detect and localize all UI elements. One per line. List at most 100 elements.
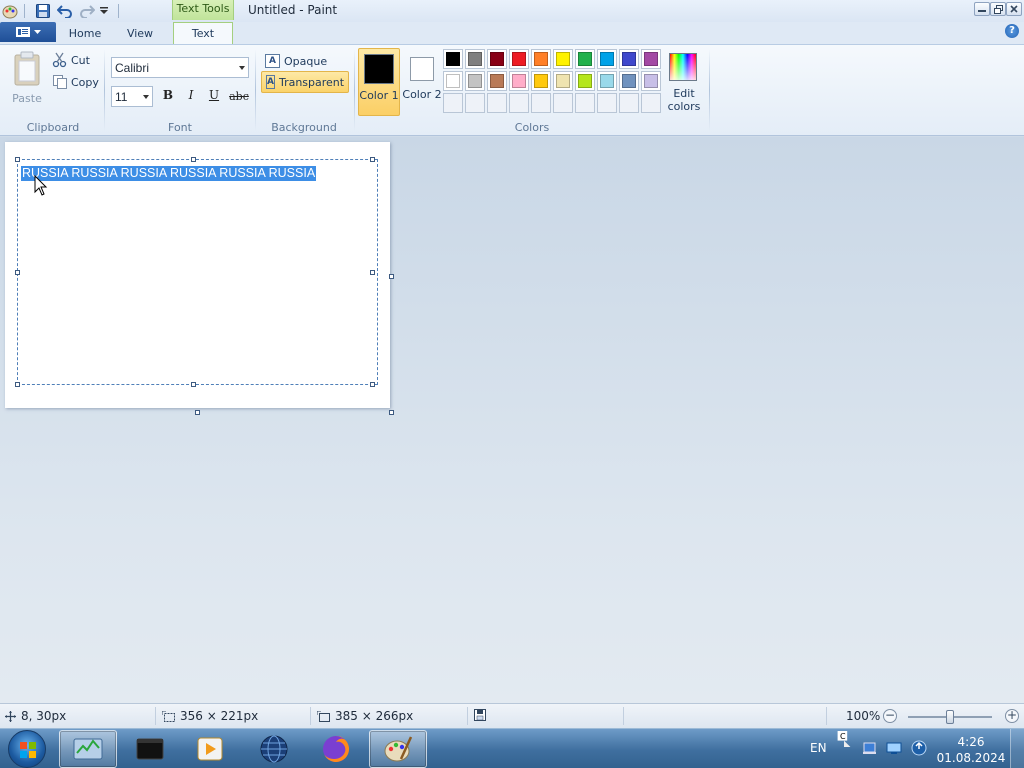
- tab-home[interactable]: Home: [64, 24, 106, 44]
- tab-text[interactable]: Text: [173, 22, 233, 46]
- text-box-resize-handle[interactable]: [15, 270, 20, 275]
- taskbar-app-media-player[interactable]: [181, 730, 239, 768]
- canvas-resize-handle-right[interactable]: [389, 274, 394, 279]
- palette-color-swatch[interactable]: [553, 49, 573, 69]
- color1-button[interactable]: Color 1: [358, 48, 400, 116]
- palette-color-swatch[interactable]: [509, 71, 529, 91]
- text-box-resize-handle[interactable]: [191, 382, 196, 387]
- monitor-icon[interactable]: [886, 740, 902, 756]
- palette-color-swatch[interactable]: [597, 49, 617, 69]
- canvas-resize-handle-corner[interactable]: [389, 410, 394, 415]
- taskbar-app-paint[interactable]: [369, 730, 427, 768]
- font-family-select[interactable]: Calibri: [111, 57, 249, 78]
- taskbar-app-task-manager[interactable]: [59, 730, 117, 768]
- palette-custom-slot[interactable]: [465, 93, 485, 113]
- strikethrough-button[interactable]: abc: [226, 86, 252, 107]
- palette-color-swatch[interactable]: [619, 49, 639, 69]
- text-box-resize-handle[interactable]: [370, 157, 375, 162]
- paint-menu-button[interactable]: [0, 22, 56, 42]
- copy-button[interactable]: Copy: [52, 73, 99, 91]
- zoom-slider-thumb[interactable]: [946, 710, 954, 724]
- palette-color-swatch[interactable]: [619, 71, 639, 91]
- palette-custom-slot[interactable]: [575, 93, 595, 113]
- palette-color-swatch[interactable]: [553, 71, 573, 91]
- italic-button[interactable]: I: [180, 86, 202, 107]
- drawing-canvas[interactable]: RUSSIA RUSSIA RUSSIA RUSSIA RUSSIA RUSSI…: [5, 142, 394, 415]
- help-icon[interactable]: ?: [1005, 24, 1019, 38]
- tab-view[interactable]: View: [120, 24, 160, 44]
- paint-app-icon[interactable]: [2, 3, 18, 19]
- palette-custom-slot[interactable]: [487, 93, 507, 113]
- text-box-resize-handle[interactable]: [370, 382, 375, 387]
- text-box-resize-handle[interactable]: [15, 382, 20, 387]
- palette-color-swatch[interactable]: [443, 71, 463, 91]
- color1-label: Color 1: [359, 89, 399, 102]
- palette-color-swatch[interactable]: [575, 71, 595, 91]
- palette-color-swatch[interactable]: [575, 49, 595, 69]
- palette-custom-slot[interactable]: [619, 93, 639, 113]
- palette-color-swatch[interactable]: [597, 71, 617, 91]
- text-tools-contextual-header: Text Tools: [172, 0, 234, 20]
- text-box-resize-handle[interactable]: [191, 157, 196, 162]
- close-button[interactable]: [1006, 2, 1022, 16]
- palette-color-swatch[interactable]: [465, 49, 485, 69]
- keyboard-layout-icon[interactable]: C: [836, 731, 852, 747]
- text-box[interactable]: RUSSIA RUSSIA RUSSIA RUSSIA RUSSIA RUSSI…: [17, 159, 378, 385]
- qat-separator: [24, 4, 25, 18]
- palette-color-swatch[interactable]: [531, 71, 551, 91]
- zoom-slider[interactable]: [908, 710, 992, 724]
- start-button[interactable]: [8, 730, 46, 768]
- task-manager-icon: [73, 738, 103, 760]
- language-indicator[interactable]: EN: [810, 741, 827, 755]
- save-icon[interactable]: [35, 3, 51, 19]
- zoom-out-button[interactable]: −: [883, 709, 897, 723]
- customize-qat-dropdown-icon[interactable]: [98, 3, 110, 19]
- bold-button[interactable]: B: [157, 86, 179, 107]
- taskbar-app-terminal[interactable]: [121, 730, 179, 768]
- zoom-in-button[interactable]: +: [1005, 709, 1019, 723]
- canvas-resize-handle-bottom[interactable]: [195, 410, 200, 415]
- palette-color-swatch[interactable]: [487, 71, 507, 91]
- palette-custom-slot[interactable]: [443, 93, 463, 113]
- selected-text[interactable]: RUSSIA RUSSIA RUSSIA RUSSIA RUSSIA RUSSI…: [21, 166, 317, 181]
- text-box-resize-handle[interactable]: [15, 157, 20, 162]
- palette-custom-slot[interactable]: [531, 93, 551, 113]
- text-box-resize-handle[interactable]: [370, 270, 375, 275]
- transparent-button[interactable]: A Transparent: [261, 71, 349, 93]
- taskbar-app-browser[interactable]: [245, 730, 303, 768]
- palette-color-swatch[interactable]: [531, 49, 551, 69]
- paste-button[interactable]: Paste: [8, 49, 46, 105]
- palette-custom-slot[interactable]: [641, 93, 661, 113]
- image-size-icon: [317, 710, 330, 722]
- image-size-text: 385 × 266px: [335, 709, 414, 723]
- palette-color-swatch[interactable]: [443, 49, 463, 69]
- cut-button[interactable]: Cut: [52, 51, 90, 69]
- show-desktop-button[interactable]: [1010, 729, 1024, 768]
- palette-custom-slot[interactable]: [509, 93, 529, 113]
- palette-color-swatch[interactable]: [509, 49, 529, 69]
- palette-color-swatch[interactable]: [641, 49, 661, 69]
- color2-swatch: [410, 57, 434, 81]
- palette-color-swatch[interactable]: [641, 71, 661, 91]
- font-size-select[interactable]: 11: [111, 86, 153, 107]
- edit-colors-button[interactable]: Edit colors: [665, 51, 703, 117]
- minimize-button[interactable]: [974, 2, 990, 16]
- undo-icon[interactable]: [57, 3, 73, 19]
- palette-custom-slot[interactable]: [597, 93, 617, 113]
- transparent-label: Transparent: [278, 75, 345, 89]
- redo-icon[interactable]: [79, 3, 95, 19]
- taskbar-app-firefox[interactable]: [307, 730, 365, 768]
- network-icon[interactable]: [862, 740, 878, 756]
- color2-button[interactable]: Color 2: [402, 48, 442, 116]
- restore-button[interactable]: [990, 2, 1006, 16]
- palette-custom-slot[interactable]: [553, 93, 573, 113]
- opaque-button[interactable]: A Opaque: [261, 50, 349, 72]
- underline-button[interactable]: U: [203, 86, 225, 107]
- clock[interactable]: 4:26 01.08.2024: [936, 734, 1006, 766]
- canvas-workspace[interactable]: RUSSIA RUSSIA RUSSIA RUSSIA RUSSIA RUSSI…: [0, 137, 1024, 703]
- title-bar: Text Tools Untitled - Paint: [0, 0, 1024, 22]
- palette-color-swatch[interactable]: [487, 49, 507, 69]
- palette-color-swatch[interactable]: [465, 71, 485, 91]
- system-shield-icon[interactable]: [911, 740, 927, 756]
- globe-icon: [260, 735, 288, 763]
